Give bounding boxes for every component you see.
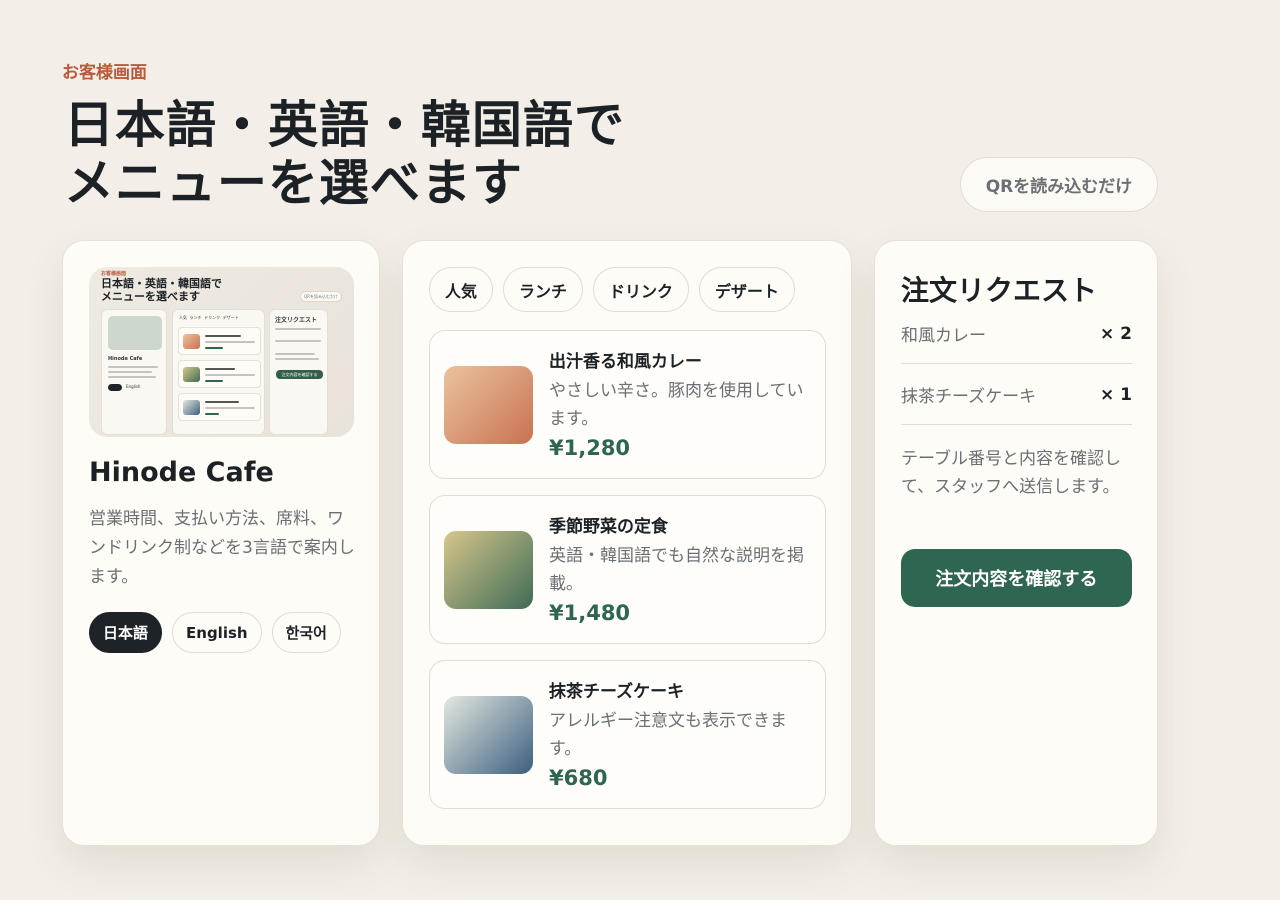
menu-item[interactable]: 抹茶チーズケーキ アレルギー注意文も表示できます。 ¥680 <box>429 660 826 809</box>
order-line-item: 抹茶チーズケーキ × 1 <box>901 365 1132 425</box>
preview-text-line <box>108 376 156 378</box>
preview-tab: ランチ <box>189 315 202 320</box>
preview-info-panel: Hinode Cafe English <box>101 309 167 435</box>
preview-title-line-2: メニューを選べます <box>101 290 200 303</box>
menu-item-description: アレルギー注意文も表示できます。 <box>549 711 787 759</box>
preview-text-line <box>275 353 315 355</box>
preview-lang-english: English <box>126 384 141 389</box>
preview-title: 日本語・英語・韓国語で メニューを選べます <box>101 277 222 303</box>
preview-text-line <box>205 407 255 409</box>
preview-text-line <box>205 374 255 376</box>
preview-text-line <box>108 371 152 373</box>
order-item-quantity: × 2 <box>1100 323 1132 344</box>
language-option-english[interactable]: English <box>172 612 262 653</box>
preview-price-line <box>205 413 219 415</box>
preview-text-line <box>205 401 239 403</box>
preview-eyebrow: お客様画面 <box>101 271 127 277</box>
cafe-info-card: お客様画面 日本語・英語・韓国語で メニューを選べます QRを読み込むだけ Hi… <box>62 240 380 846</box>
menu-card: 人気 ランチ ドリンク デザート 出汁香る和風カレー やさしい辛さ。豚肉を使用し… <box>402 240 852 846</box>
language-switcher: 日本語 English 한국어 <box>89 612 341 653</box>
preview-menu-swatch <box>183 367 200 382</box>
menu-item[interactable]: 出汁香る和風カレー やさしい辛さ。豚肉を使用しています。 ¥1,280 <box>429 330 826 479</box>
menu-item-price: ¥680 <box>549 766 608 790</box>
preview-menu-swatch <box>183 334 200 349</box>
page-title-line-1: 日本語・英語・韓国語で <box>64 96 625 154</box>
preview-tab: デザート <box>222 315 239 320</box>
preview-order-title: 注文リクエスト <box>275 317 318 324</box>
preview-menu-panel: 人気 ランチ ドリンク デザート <box>172 309 265 435</box>
menu-preview-image: お客様画面 日本語・英語・韓国語で メニューを選べます QRを読み込むだけ Hi… <box>89 267 354 437</box>
menu-item-name: 出汁香る和風カレー <box>549 352 702 372</box>
confirm-order-button[interactable]: 注文内容を確認する <box>901 549 1132 607</box>
preview-text-line <box>205 341 255 343</box>
section-eyebrow: お客様画面 <box>62 63 147 83</box>
preview-title-line-1: 日本語・英語・韓国語で <box>101 277 222 290</box>
menu-item-price: ¥1,280 <box>549 436 631 460</box>
page-title: 日本語・英語・韓国語で メニューを選べます <box>64 96 824 212</box>
preview-price-line <box>205 347 223 349</box>
preview-tab: ドリンク <box>204 315 221 320</box>
category-tabs: 人気 ランチ ドリンク デザート <box>429 267 796 312</box>
page-title-line-2: メニューを選べます <box>64 154 523 212</box>
customer-screen-page: お客様画面 日本語・英語・韓国語で メニューを選べます QRを読み込むだけ お客… <box>0 0 1280 900</box>
preview-menu-row <box>178 327 261 355</box>
order-item-name: 抹茶チーズケーキ <box>901 387 1037 407</box>
preview-text-line <box>205 335 241 337</box>
menu-item-name: 抹茶チーズケーキ <box>549 682 685 702</box>
preview-order-panel: 注文リクエスト 注文内容を確認する <box>269 309 328 435</box>
preview-text-line <box>108 366 158 368</box>
menu-item-name: 季節野菜の定食 <box>549 517 668 537</box>
preview-text-line <box>275 328 321 330</box>
preview-info-image <box>108 316 162 350</box>
cafe-description: 営業時間、支払い方法、席料、ワンドリンク制などを3言語で案内します。 <box>89 509 355 587</box>
language-option-korean[interactable]: 한국어 <box>271 612 341 653</box>
menu-item-description: 英語・韓国語でも自然な説明を掲載。 <box>549 546 804 594</box>
language-option-japanese[interactable]: 日本語 <box>89 612 163 653</box>
order-line-item: 和風カレー × 2 <box>901 304 1132 364</box>
tab-popular[interactable]: 人気 <box>429 267 494 312</box>
tab-drink[interactable]: ドリンク <box>593 267 690 312</box>
preview-qr-badge: QRを読み込むだけ <box>300 291 342 302</box>
tab-lunch[interactable]: ランチ <box>503 267 584 312</box>
menu-item-image <box>444 366 533 444</box>
qr-badge: QRを読み込むだけ <box>960 157 1158 212</box>
cafe-name: Hinode Cafe <box>89 457 274 488</box>
preview-confirm-button: 注文内容を確認する <box>276 370 323 379</box>
preview-lang-active <box>108 384 122 391</box>
menu-item-image <box>444 696 533 774</box>
menu-item-image <box>444 531 533 609</box>
tab-dessert[interactable]: デザート <box>699 267 796 312</box>
preview-text-line <box>205 368 235 370</box>
order-item-quantity: × 1 <box>1100 384 1132 405</box>
preview-text-line <box>275 340 321 342</box>
order-item-name: 和風カレー <box>901 326 986 346</box>
order-note: テーブル番号と内容を確認して、スタッフへ送信します。 <box>901 449 1121 497</box>
menu-item-price: ¥1,480 <box>549 601 631 625</box>
preview-tab: 人気 <box>179 315 187 320</box>
order-request-card: 注文リクエスト 和風カレー × 2 抹茶チーズケーキ × 1 テーブル番号と内容… <box>874 240 1158 846</box>
preview-menu-swatch <box>183 400 200 415</box>
preview-menu-row <box>178 393 261 421</box>
preview-price-line <box>205 380 223 382</box>
preview-tabs: 人気 ランチ ドリンク デザート <box>179 315 239 321</box>
preview-menu-row <box>178 360 261 388</box>
preview-cafe-name: Hinode Cafe <box>108 356 143 362</box>
menu-item[interactable]: 季節野菜の定食 英語・韓国語でも自然な説明を掲載。 ¥1,480 <box>429 495 826 644</box>
menu-item-description: やさしい辛さ。豚肉を使用しています。 <box>549 381 804 429</box>
order-title: 注文リクエスト <box>901 274 1098 307</box>
preview-text-line <box>275 358 319 360</box>
